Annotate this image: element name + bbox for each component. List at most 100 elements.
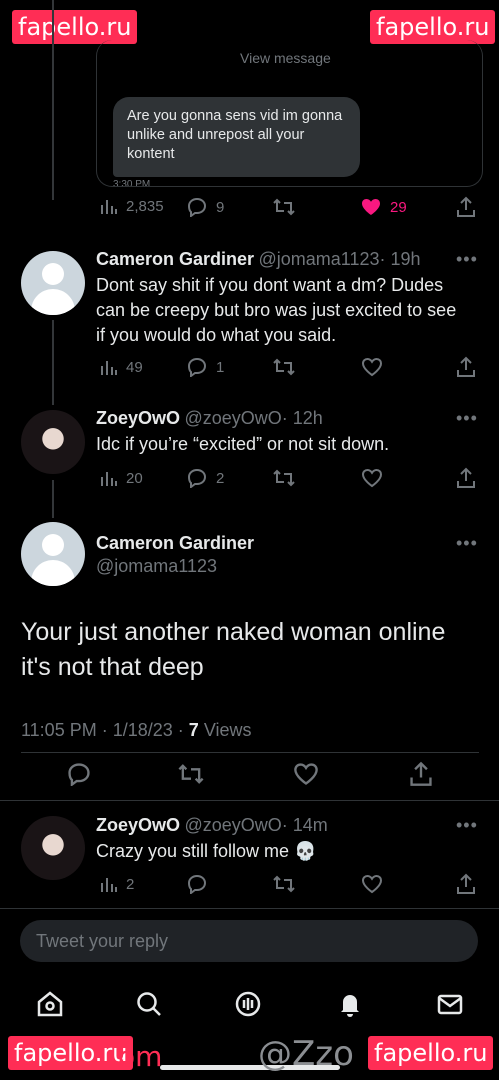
views-count: 49 (126, 358, 143, 376)
share-button[interactable] (456, 873, 476, 895)
divider (0, 908, 499, 909)
reply-stat[interactable]: 1 (186, 357, 224, 377)
reply-stat[interactable]: 2 (186, 468, 224, 488)
retweet-icon (273, 358, 295, 376)
author-name[interactable]: Cameron Gardiner (96, 249, 254, 269)
like-button[interactable] (361, 874, 383, 894)
reply-button[interactable] (66, 762, 92, 786)
tweet-time[interactable]: · 12h (282, 408, 323, 428)
retweet-button[interactable] (177, 762, 205, 786)
retweet-button[interactable] (272, 357, 296, 377)
more-icon[interactable]: ••• (456, 408, 478, 429)
views-stat[interactable]: 20 (100, 469, 143, 487)
retweet-button[interactable] (272, 468, 296, 488)
reply-icon (187, 357, 207, 377)
author-handle[interactable]: @zoeyOwO (184, 408, 281, 428)
share-icon (457, 356, 475, 377)
tweet-text: Dont say shit if you dont want a dm? Dud… (96, 275, 457, 345)
reply-stat[interactable]: 9 (186, 197, 224, 217)
share-icon (457, 467, 475, 488)
avatar[interactable] (21, 410, 85, 474)
share-button[interactable] (456, 196, 476, 218)
views-icon (101, 472, 117, 486)
tweet-header: ZoeyOwO @zoeyOwO· 12h (96, 408, 323, 429)
views-stat[interactable]: 2,835 (100, 197, 164, 215)
reply-icon (187, 468, 207, 488)
more-icon[interactable]: ••• (456, 249, 478, 270)
like-button[interactable] (361, 357, 383, 377)
reply-icon (187, 197, 207, 217)
messages-icon[interactable] (436, 990, 464, 1023)
home-icon[interactable] (36, 990, 64, 1023)
divider (21, 752, 479, 753)
share-button[interactable] (456, 356, 476, 378)
share-icon (457, 196, 475, 217)
tweet-meta: 11:05 PM · 1/18/23 · 7 Views (21, 720, 252, 741)
reply-input[interactable]: Tweet your reply (20, 920, 478, 962)
more-icon[interactable]: ••• (456, 533, 478, 554)
retweet-icon (273, 198, 295, 216)
tweet-time[interactable]: · 14m (282, 815, 328, 835)
notifications-icon[interactable] (336, 990, 364, 1023)
tweet-header: ZoeyOwO @zoeyOwO· 14m (96, 815, 328, 836)
share-icon (457, 873, 475, 894)
avatar[interactable] (21, 522, 85, 586)
share-icon (410, 761, 432, 786)
author-handle[interactable]: @zoeyOwO (184, 815, 281, 835)
author-handle[interactable]: @jomama1123 (96, 556, 217, 577)
thread-line (52, 480, 54, 518)
like-stat[interactable]: 29 (360, 197, 407, 217)
tweet-time[interactable]: · 19h (380, 249, 421, 269)
reply-count: 1 (216, 358, 225, 376)
watermark-top-left: fapello.ru (12, 10, 138, 44)
more-icon[interactable]: ••• (456, 815, 478, 836)
views-icon (101, 200, 117, 214)
author-name[interactable]: ZoeyOwO (96, 408, 180, 428)
like-button[interactable] (361, 468, 383, 488)
retweet-icon (273, 469, 295, 487)
share-button[interactable] (456, 467, 476, 489)
like-icon (361, 357, 383, 377)
views-stat[interactable]: 2 (100, 875, 134, 893)
retweet-button[interactable] (272, 874, 296, 894)
views-label[interactable]: Views (204, 720, 252, 740)
retweet-icon (178, 764, 204, 784)
views-count: 2 (126, 875, 135, 893)
author-name[interactable]: Cameron Gardiner (96, 533, 254, 554)
like-icon (294, 763, 318, 785)
like-icon (361, 468, 383, 488)
avatar[interactable] (21, 816, 85, 880)
views-stat[interactable]: 49 (100, 358, 143, 376)
main-tweet-text: Your just another naked woman online it'… (21, 618, 446, 681)
reply-count: 2 (216, 469, 225, 487)
avatar[interactable] (21, 251, 85, 315)
reply-button[interactable] (186, 874, 208, 894)
thread-line (52, 320, 54, 405)
tweet-text: Idc if you’re “excited” or not sit down. (96, 434, 390, 454)
like-icon (361, 874, 383, 894)
watermark-bottom-right: fapello.ru (368, 1036, 494, 1070)
share-button[interactable] (409, 761, 433, 787)
spaces-icon[interactable] (234, 990, 262, 1023)
retweet-icon (273, 875, 295, 893)
watermark-bottom-left: fapello.ru (8, 1036, 134, 1070)
thread-line (52, 0, 54, 200)
author-handle[interactable]: @jomama1123 (259, 249, 380, 269)
reply-count: 9 (216, 198, 225, 216)
divider (0, 800, 499, 801)
reply-icon (187, 874, 207, 894)
views-count[interactable]: 7 (189, 720, 199, 740)
views-count: 2,835 (126, 197, 164, 215)
watermark-top-right: fapello.ru (370, 10, 496, 44)
views-count: 20 (126, 469, 143, 487)
watermark-bottom-left-extra: om (118, 1040, 163, 1073)
retweet-button[interactable] (272, 197, 296, 217)
dm-message: Are you gonna sens vid im gonna unlike a… (113, 97, 360, 177)
like-button[interactable] (293, 762, 319, 786)
tweet-timestamp[interactable]: 11:05 PM · 1/18/23 · (21, 720, 184, 740)
like-icon (362, 199, 380, 215)
views-icon (101, 878, 117, 892)
search-icon[interactable] (135, 990, 163, 1023)
author-name[interactable]: ZoeyOwO (96, 815, 180, 835)
tweet-text: Crazy you still follow me 💀 (96, 841, 317, 861)
